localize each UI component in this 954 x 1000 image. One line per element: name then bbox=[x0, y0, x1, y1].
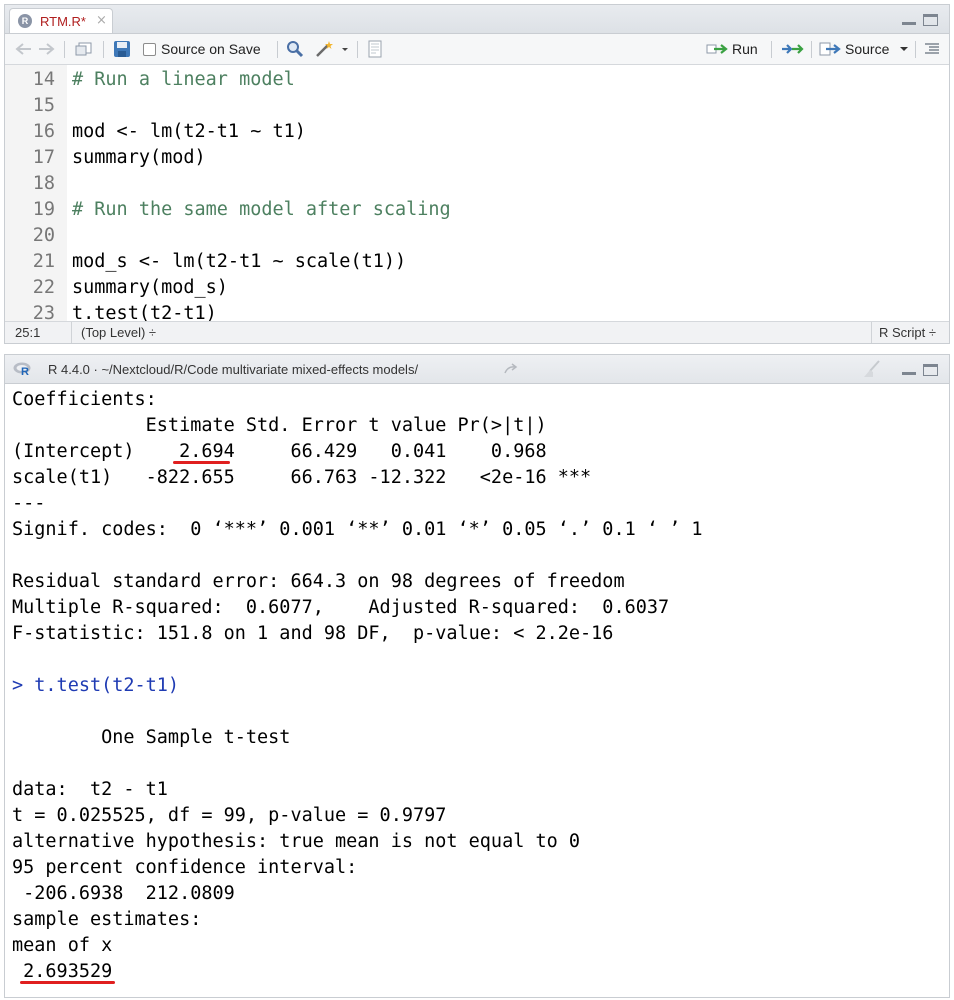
source-arrow-icon bbox=[819, 42, 841, 56]
line-number: 16 bbox=[32, 121, 55, 142]
mean-estimate-underline bbox=[20, 981, 115, 984]
line-number: 18 bbox=[32, 173, 55, 194]
r-file-icon: R bbox=[18, 14, 32, 28]
line-number: 19 bbox=[32, 199, 55, 220]
console-command-line: > t.test(t2-t1) bbox=[12, 675, 180, 696]
maximize-pane-icon[interactable] bbox=[923, 364, 938, 376]
code-text: summary(mod_s) bbox=[72, 277, 228, 298]
code-editor[interactable]: 14 # Run a linear model 15 16 mod <- lm(t2… bbox=[5, 65, 949, 323]
line-number: 17 bbox=[32, 147, 55, 168]
console-line: Residual standard error: 664.3 on 98 deg… bbox=[12, 571, 625, 592]
console-line: 95 percent confidence interval: bbox=[12, 857, 358, 878]
code-text: mod_s <- lm(t2-t1 ~ scale(t1)) bbox=[72, 251, 407, 272]
rerun-icon bbox=[782, 44, 804, 54]
console-line: Signif. codes: 0 ‘***’ 0.001 ‘**’ 0.01 ‘… bbox=[12, 519, 703, 540]
source-on-save-label: Source on Save bbox=[161, 41, 261, 57]
minimize-pane-icon[interactable] bbox=[902, 14, 916, 25]
code-text: summary(mod) bbox=[72, 147, 206, 168]
save-icon[interactable] bbox=[113, 34, 131, 64]
console-line: sample estimates: bbox=[12, 909, 202, 930]
run-button[interactable]: Run bbox=[706, 34, 758, 64]
intercept-estimate-underline bbox=[173, 461, 230, 464]
r-logo-icon: R bbox=[13, 362, 31, 377]
go-to-directory-icon[interactable] bbox=[504, 363, 520, 375]
cursor-position: 25:1 bbox=[15, 325, 41, 340]
code-text: t.test(t2-t1) bbox=[72, 303, 217, 323]
line-number: 14 bbox=[32, 69, 55, 90]
console-pane: R R 4.4.0 · ~/Nextcloud/R/Code multivari… bbox=[4, 354, 950, 998]
console-line: t = 0.025525, df = 99, p-value = 0.9797 bbox=[12, 805, 447, 826]
line-number: 15 bbox=[32, 95, 55, 116]
checkbox-icon[interactable] bbox=[143, 42, 156, 56]
compile-report-icon[interactable] bbox=[367, 34, 383, 64]
document-outline-icon[interactable] bbox=[923, 34, 941, 64]
file-type-selector[interactable]: R Script ÷ bbox=[879, 325, 936, 340]
line-number: 21 bbox=[32, 251, 55, 272]
rerun-button[interactable] bbox=[780, 34, 804, 64]
code-tools-wand-icon[interactable] bbox=[314, 34, 348, 64]
close-icon[interactable]: × bbox=[96, 13, 107, 28]
line-number: 23 bbox=[32, 303, 55, 323]
console-line: Coefficients: bbox=[12, 389, 157, 410]
forward-arrow-icon[interactable] bbox=[37, 34, 55, 64]
minimize-pane-icon[interactable] bbox=[902, 364, 916, 375]
chevron-down-icon[interactable] bbox=[899, 44, 909, 54]
line-number: 22 bbox=[32, 277, 55, 298]
show-in-window-icon[interactable] bbox=[75, 34, 93, 64]
console-line: data: t2 - t1 bbox=[12, 779, 168, 800]
console-path: R 4.4.0 · ~/Nextcloud/R/Code multivariat… bbox=[48, 362, 419, 377]
clear-console-broom-icon[interactable] bbox=[861, 359, 883, 379]
console-line: --- bbox=[12, 493, 46, 514]
editor-toolbar: Source on Save Run Source bbox=[5, 34, 949, 65]
console-line: mean of x bbox=[12, 935, 113, 956]
console-line: One Sample t-test bbox=[12, 727, 291, 748]
source-label: Source bbox=[845, 41, 890, 57]
code-text: # Run a linear model bbox=[72, 69, 295, 90]
console-line: F-statistic: 151.8 on 1 and 98 DF, p-val… bbox=[12, 623, 614, 644]
run-arrow-icon bbox=[706, 44, 728, 54]
source-button[interactable]: Source bbox=[819, 34, 909, 64]
back-arrow-icon[interactable] bbox=[15, 34, 33, 64]
code-text: mod <- lm(t2-t1 ~ t1) bbox=[72, 121, 306, 142]
console-line: -206.6938 212.0809 bbox=[12, 883, 235, 904]
source-editor-pane: R RTM.R* × Source on Save Run Source 14 … bbox=[4, 4, 950, 344]
editor-tab-bar: R RTM.R* × bbox=[5, 5, 949, 34]
tab-label: RTM.R* bbox=[40, 14, 86, 29]
search-icon[interactable] bbox=[286, 34, 304, 64]
console-line: Estimate Std. Error t value Pr(>|t|) bbox=[12, 415, 547, 436]
run-label: Run bbox=[732, 41, 758, 57]
tab-rtm-r[interactable]: R RTM.R* × bbox=[9, 8, 113, 33]
console-line: alternative hypothesis: true mean is not… bbox=[12, 831, 581, 852]
svg-text:R: R bbox=[21, 366, 29, 377]
code-text: # Run the same model after scaling bbox=[72, 199, 451, 220]
editor-status-bar: 25:1 (Top Level) ÷ R Script ÷ bbox=[5, 321, 949, 343]
source-on-save-checkbox[interactable]: Source on Save bbox=[143, 34, 261, 64]
console-line: (Intercept) 2.694 66.429 0.041 0.968 bbox=[12, 441, 547, 462]
scope-selector[interactable]: (Top Level) ÷ bbox=[81, 325, 156, 340]
console-header: R R 4.4.0 · ~/Nextcloud/R/Code multivari… bbox=[5, 355, 949, 384]
line-number: 20 bbox=[32, 225, 55, 246]
maximize-pane-icon[interactable] bbox=[923, 14, 938, 26]
console-line: scale(t1) -822.655 66.763 -12.322 <2e-16… bbox=[12, 467, 592, 488]
console-line: Multiple R-squared: 0.6077, Adjusted R-s… bbox=[12, 597, 670, 618]
